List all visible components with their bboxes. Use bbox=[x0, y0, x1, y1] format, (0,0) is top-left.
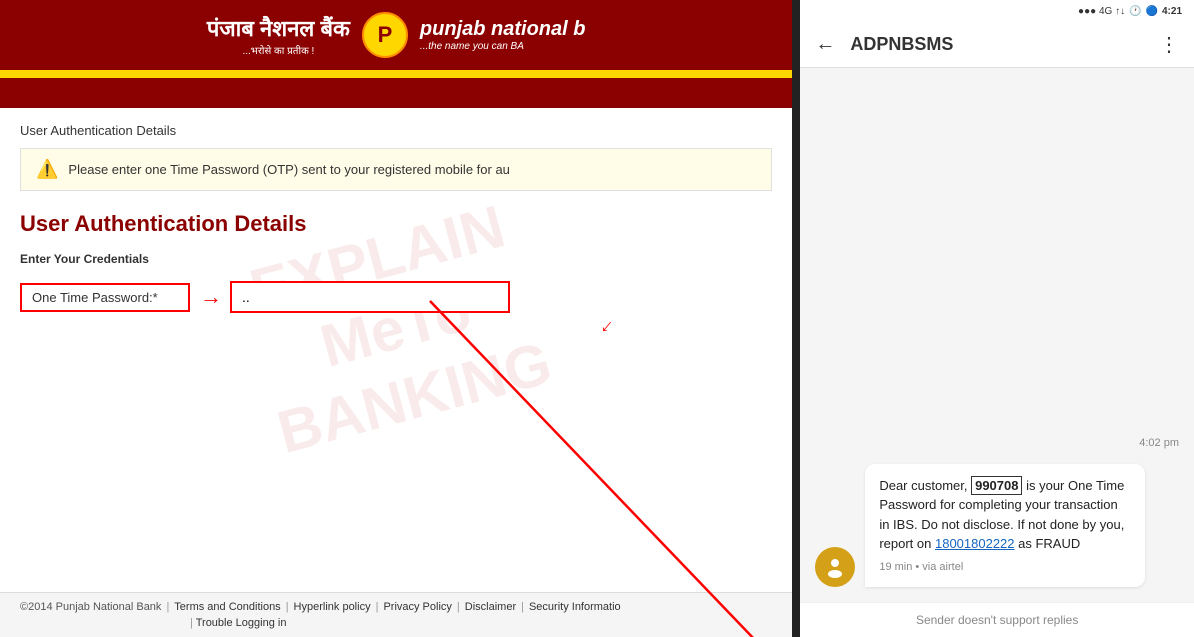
disclaimer-link[interactable]: Disclaimer bbox=[465, 601, 516, 613]
otp-code-highlight: 990708 bbox=[971, 476, 1022, 495]
privacy-policy-link[interactable]: Privacy Policy bbox=[383, 601, 451, 613]
bank-header: पंजाब नैशनल बैंक ...भरोसे का प्रतीक ! P … bbox=[0, 0, 792, 70]
sender-avatar bbox=[815, 547, 855, 587]
signal-icon: ●●● 4G ↑↓ bbox=[1078, 6, 1125, 17]
back-button[interactable]: ← bbox=[815, 33, 835, 56]
bank-footer: ©2014 Punjab National Bank | Terms and C… bbox=[0, 592, 792, 637]
status-bar: ●●● 4G ↑↓ 🕐 🔵 4:21 bbox=[800, 0, 1194, 22]
sms-meta: 19 min • via airtel bbox=[879, 559, 1131, 576]
terms-link[interactable]: Terms and Conditions bbox=[174, 601, 280, 613]
warning-text: Please enter one Time Password (OTP) sen… bbox=[68, 162, 509, 177]
bank-hindi-name: पंजाब नैशनल बैंक bbox=[207, 13, 350, 43]
mobile-panel: ●●● 4G ↑↓ 🕐 🔵 4:21 ← ADPNBSMS ⋮ 4:02 pm … bbox=[796, 0, 1194, 637]
sms-body-start: Dear customer, bbox=[879, 478, 971, 493]
hyperlink-policy-link[interactable]: Hyperlink policy bbox=[294, 601, 371, 613]
message-timestamp: 4:02 pm bbox=[815, 437, 1179, 449]
annotation-arrow bbox=[420, 286, 792, 637]
section-title-small: User Authentication Details bbox=[20, 123, 772, 138]
otp-input[interactable] bbox=[230, 281, 510, 313]
menu-button[interactable]: ⋮ bbox=[1159, 32, 1179, 57]
app-header: ← ADPNBSMS ⋮ bbox=[800, 22, 1194, 68]
bank-english-subtitle: ...the name you can BA bbox=[420, 41, 586, 52]
sms-body-final: as FRAUD bbox=[1015, 536, 1081, 551]
bank-english-name: punjab national b bbox=[420, 18, 586, 41]
otp-form-row: One Time Password:* → bbox=[20, 281, 772, 313]
warning-box: ⚠️ Please enter one Time Password (OTP) … bbox=[20, 148, 772, 191]
nav-bar bbox=[0, 78, 792, 108]
arrow-down-icon: ↓ bbox=[596, 314, 618, 338]
trouble-login-link[interactable]: Trouble Logging in bbox=[196, 617, 287, 629]
bluetooth-icon: 🔵 bbox=[1146, 6, 1158, 17]
bank-content: EXPLAINMeToBANKING User Authentication D… bbox=[0, 108, 792, 592]
bank-panel: पंजाब नैशनल बैंक ...भरोसे का प्रतीक ! P … bbox=[0, 0, 792, 637]
otp-label: One Time Password:* bbox=[20, 283, 190, 312]
sms-container: Dear customer, 990708 is your One Time P… bbox=[815, 464, 1179, 588]
sender-info: Sender doesn't support replies bbox=[800, 602, 1194, 637]
credentials-label: Enter Your Credentials bbox=[20, 252, 772, 266]
main-heading: User Authentication Details bbox=[20, 211, 772, 237]
security-info-link[interactable]: Security Informatio bbox=[529, 601, 621, 613]
svg-text:P: P bbox=[378, 22, 393, 47]
sms-bubble: Dear customer, 990708 is your One Time P… bbox=[865, 464, 1145, 588]
app-title: ADPNBSMS bbox=[850, 34, 1144, 55]
bank-subtitle: ...भरोसे का प्रतीक ! bbox=[242, 43, 314, 57]
person-icon bbox=[823, 555, 847, 579]
fraud-number: 18001802222 bbox=[935, 536, 1015, 551]
copyright-text: ©2014 Punjab National Bank bbox=[20, 601, 161, 613]
yellow-accent-bar bbox=[0, 70, 792, 78]
bank-logo-icon: P bbox=[360, 10, 410, 60]
arrow-right-icon: → bbox=[200, 284, 222, 310]
warning-icon: ⚠️ bbox=[36, 159, 58, 180]
message-area: 4:02 pm Dear customer, 990708 is your On… bbox=[800, 68, 1194, 602]
clock-icon: 🕐 bbox=[1129, 6, 1141, 17]
time-display: 4:21 bbox=[1162, 6, 1182, 17]
